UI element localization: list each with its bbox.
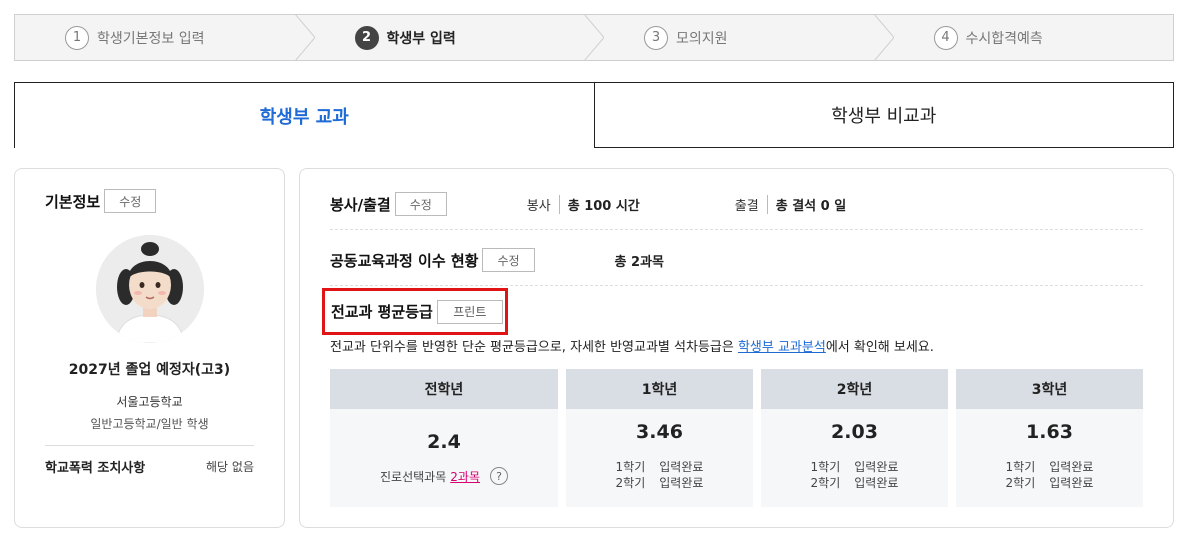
grade-col-header: 3학년 [956,369,1143,409]
semester-status-text: 입력완료 [854,476,899,490]
grade-value: 2.4 [427,431,461,453]
help-icon[interactable]: ? [489,467,508,485]
divider [330,285,1143,286]
step-2[interactable]: 2 학생부 입력 [305,14,604,61]
semester-status-text: 입력완료 [854,460,899,474]
semester-label: 2학기 [810,476,841,490]
grade-col-body: 1.63 1학기 입력완료 2학기 입력완료 [956,409,1143,507]
volunteer-label: 봉사 [527,194,560,214]
grade-col-header: 1학년 [566,369,753,409]
step-3[interactable]: 3 모의지원 [594,14,894,61]
step-4[interactable]: 4 수시합격예측 [884,15,1174,60]
grade-col-body: 2.03 1학기 입력완료 2학기 입력완료 [761,409,948,507]
divider [45,445,254,446]
career-subject-row: 진로선택과목 2과목 ? [330,467,558,485]
grade-col-year-2: 2학년 2.03 1학기 입력완료 2학기 입력완료 [761,369,948,507]
common-course-value: 총 2과목 [614,254,664,270]
basic-info-title: 기본정보 [45,192,101,211]
semester-status-text: 입력완료 [1049,460,1094,474]
avg-grade-title: 전교과 평균등급 [331,303,433,321]
grade-col-header: 2학년 [761,369,948,409]
grade-col-all: 전학년 2.4 진로선택과목 2과목 ? [330,369,558,507]
semester-status-text: 입력완료 [1049,476,1094,490]
semester-status-text: 입력완료 [659,460,704,474]
school-violence-value: 해당 없음 [206,460,254,474]
service-edit-button[interactable]: 수정 [394,192,447,216]
school-name: 서울고등학교 [116,395,183,409]
service-attendance-row: 봉사/출결 수정 봉사 총 100 시간 출결 총 결석 0 일 [330,189,1143,219]
common-course-edit-button[interactable]: 수정 [482,248,535,272]
step-label: 수시합격예측 [965,30,1043,47]
semester-status-text: 입력완료 [659,476,704,490]
semester-label: 2학기 [615,476,646,490]
service-attendance-title: 봉사/출결 [330,195,391,214]
semester-label: 1학기 [1005,460,1036,474]
avg-grade-description: 전교과 단위수를 반영한 단순 평균등급으로, 자세한 반영교과별 석차등급은 … [330,336,934,355]
school-type: 일반고등학교/일반 학생 [90,417,209,431]
description-text: 전교과 단위수를 반영한 단순 평균등급으로, 자세한 반영교과별 석차등급은 [330,340,738,355]
basic-info-card: 기본정보 수정 2027년 졸업 예정자(고3) 서울고등학교 일반고등학교/일… [14,168,285,528]
grade-col-year-3: 3학년 1.63 1학기 입력완료 2학기 입력완료 [956,369,1143,507]
print-button[interactable]: 프린트 [436,299,503,324]
avatar [96,235,204,343]
step-label: 학생부 입력 [386,30,456,47]
semester-status: 1학기 입력완료 2학기 입력완료 [761,459,948,491]
student-avatar-icon [96,235,204,343]
tab-curricular[interactable]: 학생부 교과 [14,82,595,148]
semester-status: 1학기 입력완료 2학기 입력완료 [566,459,753,491]
step-number: 1 [65,25,89,50]
avg-grade-header-highlight: 전교과 평균등급 프린트 [322,288,508,335]
school-violence-label: 학교폭력 조치사항 [45,461,146,476]
chevron-right-icon [873,14,894,61]
common-course-title: 공동교육과정 이수 현황 [330,251,479,270]
step-number: 3 [644,25,668,50]
volunteer-summary: 봉사 총 100 시간 [527,194,640,214]
semester-label: 1학기 [615,460,646,474]
record-tabs: 학생부 교과 학생부 비교과 [14,82,1174,148]
grade-col-year-1: 1학년 3.46 1학기 입력완료 2학기 입력완료 [566,369,753,507]
semester-status: 1학기 입력완료 2학기 입력완료 [956,459,1143,491]
progress-stepper: 1 학생기본정보 입력 2 학생부 입력 3 모의지원 4 수시합격예측 [14,14,1174,61]
grade-col-body: 3.46 1학기 입력완료 2학기 입력완료 [566,409,753,507]
semester-label: 2학기 [1005,476,1036,490]
grade-value: 2.03 [831,421,878,443]
career-subject-label: 진로선택과목 [380,469,447,484]
attendance-label: 출결 [735,194,768,214]
description-text-end: 에서 확인해 보세요. [825,340,934,355]
step-number: 4 [933,25,958,50]
grade-value: 3.46 [636,421,683,443]
basic-info-header: 기본정보 수정 [45,189,157,213]
divider [330,229,1143,230]
step-number: 2 [354,25,379,50]
tab-non-curricular[interactable]: 학생부 비교과 [594,82,1174,148]
step-1[interactable]: 1 학생기본정보 입력 [15,14,315,61]
attendance-value: 총 결석 0 일 [775,198,847,214]
semester-label: 1학기 [810,460,841,474]
grade-col-header: 전학년 [330,369,558,409]
attendance-summary: 출결 총 결석 0 일 [735,194,847,214]
record-summary-card: 봉사/출결 수정 봉사 총 100 시간 출결 총 결석 0 일 공동교육과정 … [299,168,1174,528]
grade-value: 1.63 [1026,421,1073,443]
grade-table: 전학년 2.4 진로선택과목 2과목 ? 1학년 3.46 1학기 입력완료 2학… [330,369,1143,507]
graduation-year: 2027년 졸업 예정자(고3) [68,362,231,378]
step-label: 학생기본정보 입력 [97,30,205,47]
school-violence-row: 학교폭력 조치사항 해당 없음 [45,457,254,476]
step-label: 모의지원 [676,30,728,47]
chevron-right-icon [294,14,315,61]
common-course-row: 공동교육과정 이수 현황 수정 총 2과목 [330,245,664,275]
analysis-link[interactable]: 학생부 교과분석 [738,340,826,355]
volunteer-value: 총 100 시간 [567,198,640,214]
career-subject-count-link[interactable]: 2과목 [450,468,480,485]
grade-col-body: 2.4 진로선택과목 2과목 ? [330,409,558,507]
chevron-right-icon [584,14,604,61]
basic-info-edit-button[interactable]: 수정 [104,189,157,213]
